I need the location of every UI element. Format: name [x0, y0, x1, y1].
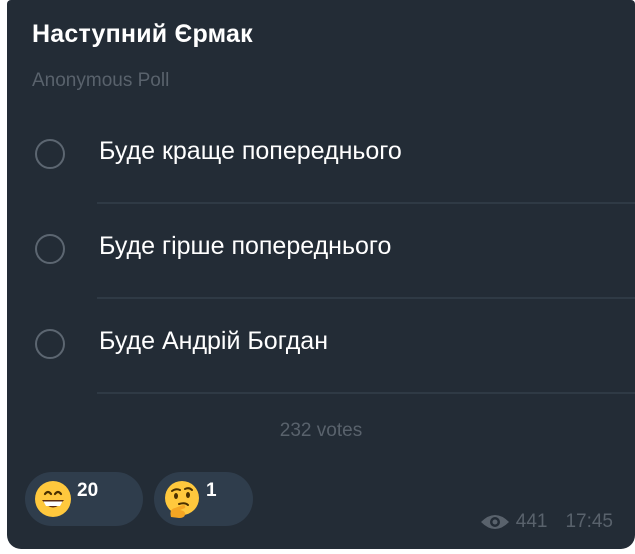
poll-option[interactable]: Буде Андрій Богдан [7, 300, 635, 396]
grinning-face-emoji-icon [35, 481, 71, 517]
vote-count: 232 votes [279, 420, 363, 441]
option-divider [97, 202, 635, 204]
thinking-face-emoji-icon [165, 481, 199, 518]
poll-option-label: Буде краще попереднього [99, 137, 402, 165]
radio-circle-icon[interactable] [35, 234, 65, 264]
radio-circle-icon[interactable] [35, 329, 65, 359]
reaction-thinking[interactable]: 1 [154, 472, 253, 526]
radio-circle-icon[interactable] [35, 139, 65, 169]
view-count: 441 [515, 511, 548, 532]
poll-option-label: Буде гірше попереднього [99, 232, 392, 260]
poll-option-label: Буде Андрій Богдан [99, 327, 329, 355]
eye-icon [480, 515, 509, 529]
reaction-count: 1 [206, 480, 217, 501]
reaction-count: 20 [77, 480, 99, 501]
message-time: 17:45 [565, 511, 613, 532]
poll-option[interactable]: Буде гірше попереднього [7, 205, 635, 301]
poll-option[interactable]: Буде краще попереднього [7, 110, 635, 206]
reaction-grinning[interactable]: 20 [25, 472, 143, 526]
poll-title: Наступний Єрмак [32, 20, 253, 48]
poll-message: Наступний Єрмак Anonymous Poll Буде кращ… [7, 0, 635, 549]
option-divider [97, 297, 635, 299]
option-divider [97, 392, 635, 394]
message-meta: 441 17:45 [480, 511, 613, 533]
poll-type-label: Anonymous Poll [32, 70, 170, 91]
